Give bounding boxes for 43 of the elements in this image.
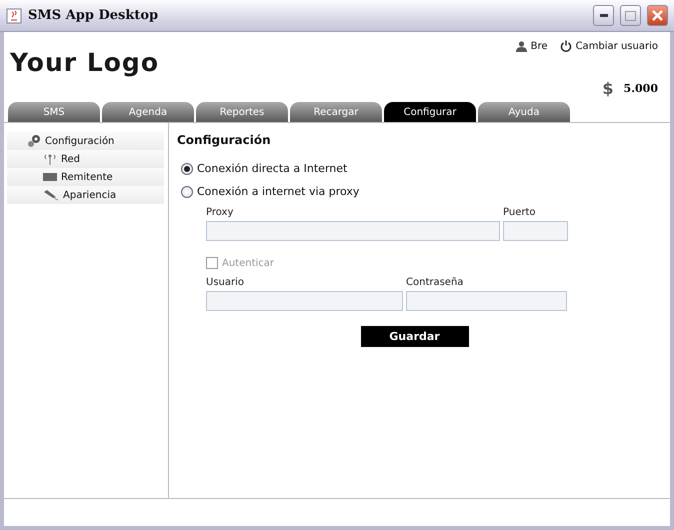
tree-item-label: Remitente [61, 172, 113, 182]
minimize-icon [600, 14, 608, 17]
switch-user-link[interactable]: Cambiar usuario [576, 40, 658, 52]
tab[interactable]: Agenda [102, 102, 194, 122]
field-label: Puerto [503, 207, 536, 220]
user-icon [516, 40, 527, 52]
radio-option[interactable]: Conexión directa a Internet [181, 157, 662, 180]
tree-item-label: Configuración [45, 136, 114, 146]
tab[interactable]: Reportes [196, 102, 288, 122]
close-icon [652, 10, 663, 21]
window-title: SMS App Desktop [28, 8, 160, 23]
tree-item[interactable]: Red [7, 150, 164, 168]
power-icon [560, 40, 572, 52]
tree-item[interactable]: Remitente [7, 168, 164, 186]
close-button[interactable] [647, 5, 668, 26]
radio-button[interactable] [181, 186, 193, 198]
save-button[interactable]: Guardar [360, 326, 468, 347]
tree-item[interactable]: Configuración [7, 132, 164, 150]
tree-item-label: Red [61, 154, 80, 164]
logo: Your Logo [10, 48, 159, 79]
envelope-icon [43, 173, 57, 181]
user-name: Bre [530, 40, 548, 52]
maximize-button[interactable] [620, 5, 641, 26]
radio-option[interactable]: Conexión a internet via proxy [181, 180, 662, 203]
radio-button[interactable] [181, 162, 193, 174]
brush-icon [43, 189, 59, 201]
field-label: Contraseña [406, 277, 464, 290]
minimize-button[interactable] [593, 5, 614, 26]
section-title: Configuración [177, 133, 272, 147]
field-label: Proxy [206, 207, 234, 220]
maximize-icon [625, 10, 636, 20]
field-label: Usuario [206, 277, 246, 290]
antenna-icon [43, 153, 57, 165]
tab[interactable]: Recargar [290, 102, 382, 122]
balance: 5.000 [624, 82, 658, 95]
tab[interactable]: SMS [8, 102, 100, 122]
app-icon [6, 8, 22, 24]
currency-symbol: $ [602, 79, 614, 98]
gears-icon [27, 134, 41, 148]
tree-item[interactable]: Apariencia [7, 186, 164, 204]
tab[interactable]: Configurar [384, 102, 476, 122]
tree-item-label: Apariencia [63, 190, 116, 200]
tab[interactable]: Ayuda [478, 102, 570, 122]
